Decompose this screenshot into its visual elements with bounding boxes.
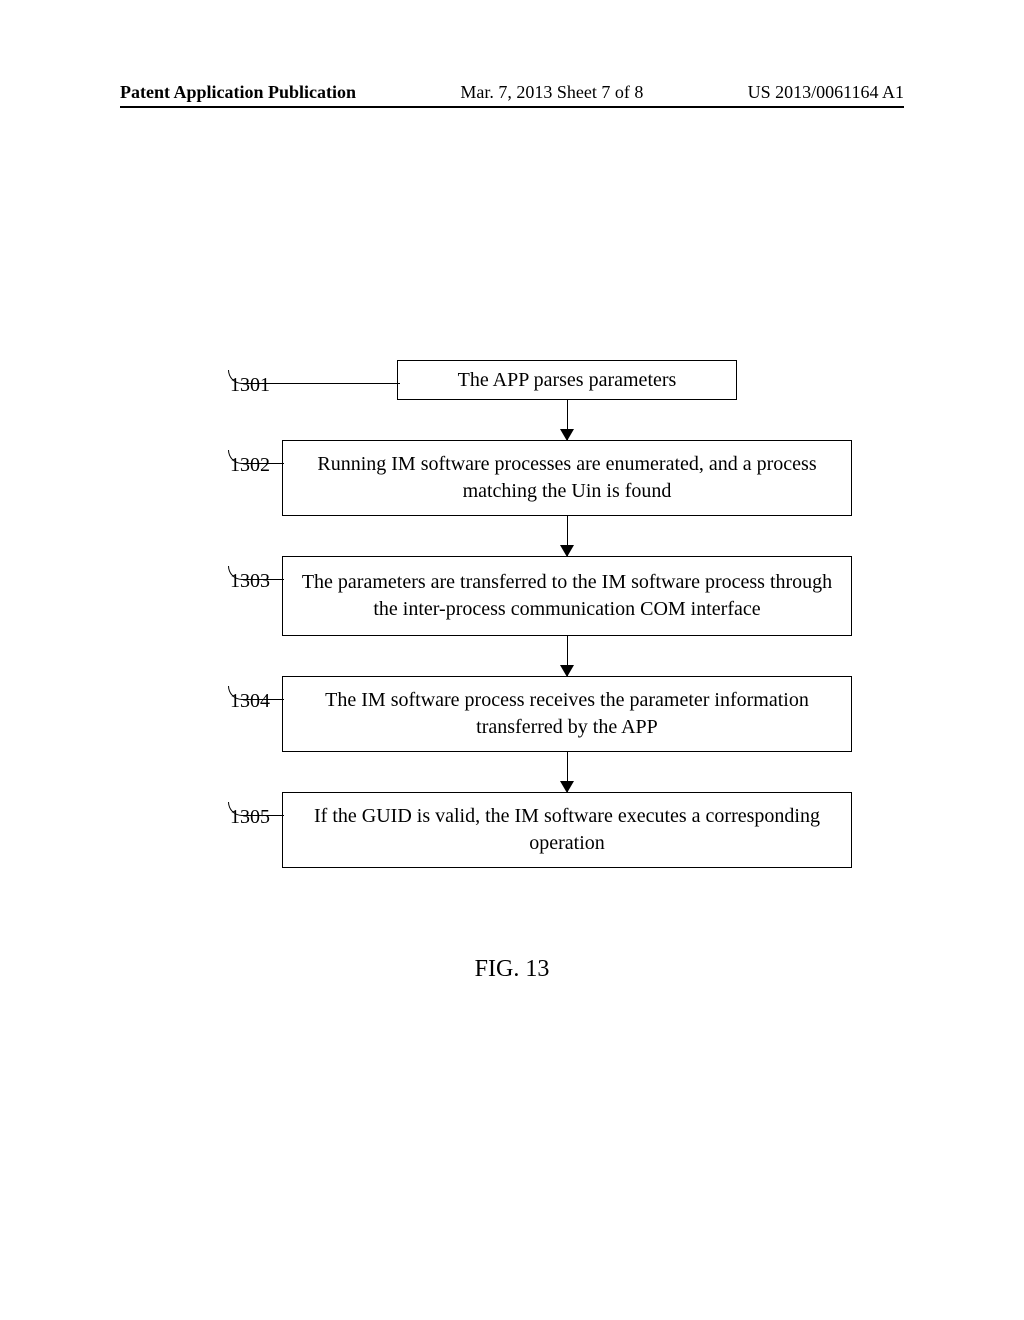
- step-number: 1301: [170, 360, 270, 397]
- header-patent-number: US 2013/0061164 A1: [748, 82, 904, 103]
- flowchart-row: 1305 If the GUID is valid, the IM softwa…: [170, 792, 880, 868]
- flowchart-row: 1302 Running IM software processes are e…: [170, 440, 880, 516]
- flowchart-row: 1303 The parameters are transferred to t…: [170, 556, 880, 636]
- flow-arrow: [282, 516, 852, 556]
- flowchart-step-box: If the GUID is valid, the IM software ex…: [282, 792, 852, 868]
- step-number: 1303: [170, 556, 270, 593]
- flow-arrow: [282, 636, 852, 676]
- flow-arrow: [282, 752, 852, 792]
- header-date-sheet: Mar. 7, 2013 Sheet 7 of 8: [460, 82, 643, 103]
- flow-arrow: [282, 400, 852, 440]
- flowchart-step-box: The APP parses parameters: [397, 360, 737, 400]
- flowchart-step-box: The IM software process receives the par…: [282, 676, 852, 752]
- figure-caption: FIG. 13: [0, 956, 1024, 983]
- step-number: 1305: [170, 792, 270, 829]
- page-header: Patent Application Publication Mar. 7, 2…: [120, 82, 904, 108]
- flowchart-row: 1304 The IM software process receives th…: [170, 676, 880, 752]
- step-number: 1302: [170, 440, 270, 477]
- flowchart-step-box: Running IM software processes are enumer…: [282, 440, 852, 516]
- step-number: 1304: [170, 676, 270, 713]
- flowchart-step-box: The parameters are transferred to the IM…: [282, 556, 852, 636]
- flowchart-diagram: 1301 The APP parses parameters 1302 Runn…: [170, 360, 880, 868]
- header-publication-type: Patent Application Publication: [120, 82, 356, 103]
- flowchart-row: 1301 The APP parses parameters: [170, 360, 880, 400]
